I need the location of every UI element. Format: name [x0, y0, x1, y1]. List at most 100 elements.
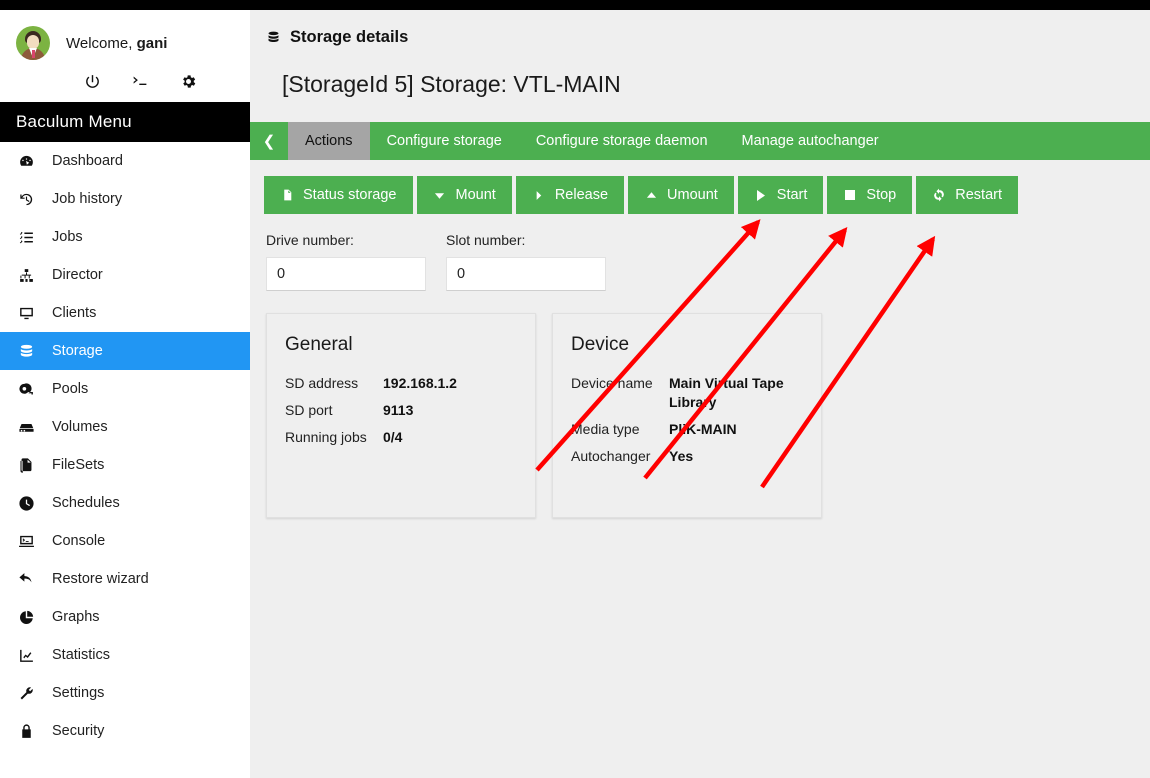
sidebar-item-volumes[interactable]: Volumes [0, 408, 250, 446]
status-storage-button[interactable]: Status storage [264, 176, 413, 214]
info-key: SD port [285, 401, 333, 418]
console-icon[interactable] [130, 70, 150, 92]
sidebar-item-statistics[interactable]: Statistics [0, 636, 250, 674]
info-value: PliK-MAIN [669, 420, 737, 437]
caret-down-icon [433, 188, 447, 202]
drive-number-input[interactable] [266, 257, 426, 291]
slot-number-input[interactable] [446, 257, 606, 291]
sidebar-item-clients[interactable]: Clients [0, 294, 250, 332]
start-button[interactable]: Start [737, 176, 824, 214]
drive-slot-form: Drive number: Slot number: [250, 214, 1150, 291]
page-subtitle: [StorageId 5] Storage: VTL-MAIN [282, 71, 621, 97]
user-row: Welcome, gani [0, 26, 250, 60]
tab-label: Manage autochanger [741, 133, 879, 149]
page-title: Storage details [290, 28, 409, 46]
database-icon [266, 30, 281, 45]
drive-number-label: Drive number: [266, 232, 354, 248]
sidebar-item-security[interactable]: Security [0, 712, 250, 750]
sidebar: Welcome, gani Baculum Menu Dashboard Job… [0, 10, 250, 778]
play-icon [754, 188, 768, 202]
tab-configure-storage-daemon[interactable]: Configure storage daemon [519, 122, 725, 160]
info-row: SD port 9113 [285, 401, 517, 420]
button-label: Stop [866, 187, 897, 203]
chevron-left-icon[interactable]: ❮ [250, 122, 288, 160]
sidebar-item-label: Graphs [52, 609, 100, 625]
sidebar-item-console[interactable]: Console [0, 522, 250, 560]
caret-right-icon [532, 188, 546, 202]
release-button[interactable]: Release [515, 176, 625, 214]
files-icon [18, 456, 40, 474]
power-icon[interactable] [82, 70, 102, 92]
info-key: Media type [571, 420, 640, 437]
tab-manage-autochanger[interactable]: Manage autochanger [725, 122, 896, 160]
history-icon [18, 190, 40, 208]
avatar [16, 26, 50, 60]
sidebar-title: Baculum Menu [0, 102, 250, 142]
umount-button[interactable]: Umount [628, 176, 734, 214]
sidebar-item-label: Dashboard [52, 153, 123, 169]
terminal-icon [18, 532, 40, 550]
tab-label: Configure storage [386, 133, 502, 149]
wrench-icon [18, 684, 40, 702]
sidebar-item-filesets[interactable]: FileSets [0, 446, 250, 484]
sidebar-item-label: Jobs [52, 229, 83, 245]
sidebar-item-label: FileSets [52, 457, 105, 473]
sidebar-item-jobs[interactable]: Jobs [0, 218, 250, 256]
desktop-icon [18, 304, 40, 322]
sidebar-item-label: Console [52, 533, 106, 549]
info-value: Main Virtual Tape Library [669, 375, 784, 410]
restart-button[interactable]: Restart [916, 176, 1019, 214]
info-row: Autochanger Yes [571, 447, 803, 466]
sidebar-item-restore-wizard[interactable]: Restore wizard [0, 560, 250, 598]
tape-icon [18, 380, 40, 398]
mount-button[interactable]: Mount [416, 176, 512, 214]
welcome-prefix: Welcome, [66, 34, 137, 52]
button-label: Status storage [303, 187, 397, 203]
info-value: 0/4 [383, 428, 403, 445]
sidebar-item-label: Volumes [52, 419, 108, 435]
sidebar-item-schedules[interactable]: Schedules [0, 484, 250, 522]
sidebar-item-label: Statistics [52, 647, 111, 663]
gear-icon[interactable] [178, 70, 198, 92]
general-card: General SD address 192.168.1.2 SD port 9… [266, 313, 536, 518]
device-card: Device Device name Main Virtual Tape Lib… [552, 313, 822, 518]
page-header: Storage details [StorageId 5] Storage: V… [250, 10, 1150, 98]
sidebar-item-storage[interactable]: Storage [0, 332, 250, 370]
info-value: Yes [669, 447, 694, 464]
sidebar-item-settings[interactable]: Settings [0, 674, 250, 712]
stop-button[interactable]: Stop [827, 176, 913, 214]
app-root: Welcome, gani Baculum Menu Dashboard Job… [0, 0, 1150, 778]
tab-label: Configure storage daemon [535, 133, 708, 149]
sidebar-item-label: Job history [52, 191, 123, 207]
user-action-icons [0, 70, 250, 92]
sidebar-item-director[interactable]: Director [0, 256, 250, 294]
sidebar-item-label: Pools [52, 381, 89, 397]
tab-actions[interactable]: Actions [288, 122, 370, 160]
info-row: Running jobs 0/4 [285, 428, 517, 447]
username: gani [136, 34, 168, 52]
info-key: Autochanger [571, 447, 651, 464]
sidebar-item-label: Clients [52, 305, 97, 321]
sidebar-item-pools[interactable]: Pools [0, 370, 250, 408]
lock-icon [18, 722, 40, 740]
file-report-icon [280, 188, 294, 202]
sidebar-item-dashboard[interactable]: Dashboard [0, 142, 250, 180]
button-label: Umount [667, 187, 718, 203]
main-content: Storage details [StorageId 5] Storage: V… [250, 10, 1150, 778]
sidebar-item-label: Storage [52, 343, 103, 359]
button-label: Mount [455, 187, 496, 203]
sidebar-item-graphs[interactable]: Graphs [0, 598, 250, 636]
sidebar-item-job-history[interactable]: Job history [0, 180, 250, 218]
linechart-icon [18, 646, 40, 664]
drive-number-field: Drive number: [266, 232, 426, 291]
tab-configure-storage[interactable]: Configure storage [370, 122, 519, 160]
hdd-icon [18, 418, 40, 436]
top-black-bar [0, 0, 1150, 10]
sidebar-item-label: Director [52, 267, 103, 283]
tab-bar: ❮ Actions Configure storage Configure st… [250, 122, 1150, 160]
sidebar-item-label: Schedules [52, 495, 120, 511]
sidebar-item-label: Security [52, 723, 105, 739]
clock-icon [18, 494, 40, 512]
tasks-icon [18, 228, 40, 246]
button-label: Release [554, 187, 609, 203]
